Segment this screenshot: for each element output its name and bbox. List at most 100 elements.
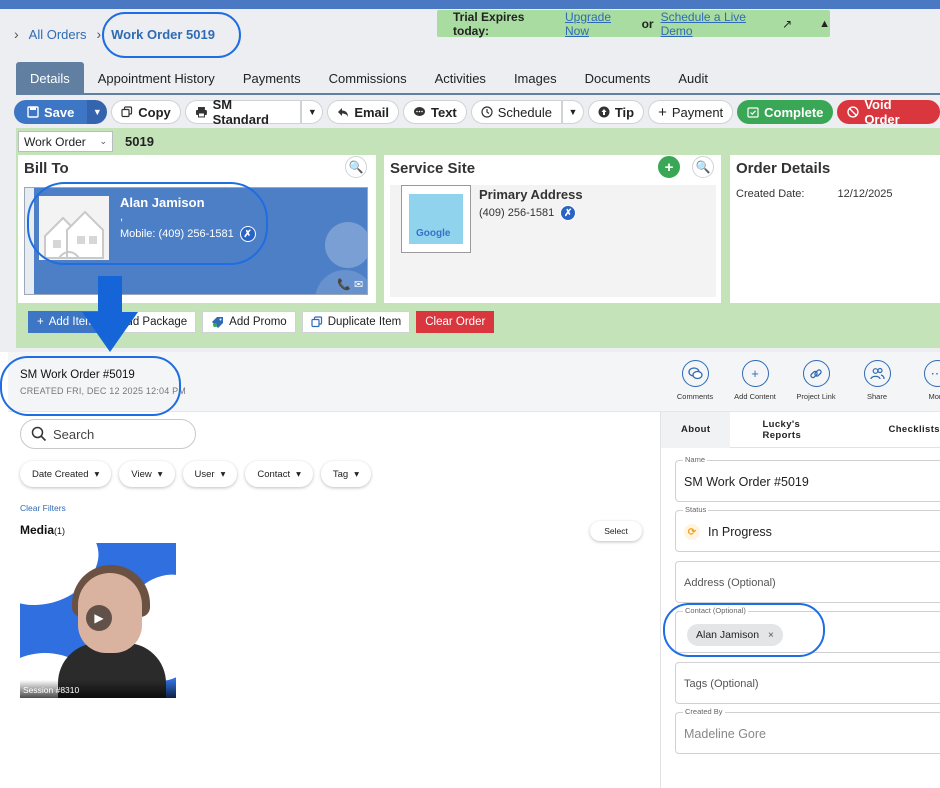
add-payment-button[interactable]: + Payment	[648, 100, 734, 124]
filter-label: Contact	[257, 468, 291, 480]
created-by-label: Created By	[683, 707, 725, 716]
complete-button[interactable]: Complete	[737, 100, 834, 124]
order-type-value: Work Order	[24, 134, 86, 149]
video-caption: Session #8310	[20, 680, 176, 698]
created-date-row: Created Date: 12/12/2025	[736, 188, 893, 200]
tab-activities[interactable]: Activities	[421, 62, 500, 94]
user-filter[interactable]: User ▾	[182, 461, 238, 487]
tab-images[interactable]: Images	[500, 62, 571, 94]
tab-checklists[interactable]: Checklists	[888, 424, 940, 435]
status-value-text: In Progress	[708, 525, 772, 539]
annotation-arrow-shaft	[98, 276, 122, 316]
print-dropdown-button[interactable]: ▼	[301, 100, 324, 124]
tab-details[interactable]: Details	[16, 62, 84, 94]
select-media-button[interactable]: Select	[590, 521, 642, 541]
order-type-select[interactable]: Work Order ⌄	[18, 131, 113, 152]
clear-order-button[interactable]: Clear Order	[416, 311, 495, 333]
more-button[interactable]: ⋯ More	[906, 360, 940, 401]
collapse-banner-icon[interactable]: ▲	[819, 18, 830, 30]
chevron-down-icon: ⌄	[99, 136, 107, 146]
phone-icon[interactable]: 📞	[337, 278, 351, 291]
comments-button[interactable]: Comments	[664, 360, 726, 401]
breadcrumb-chevron-icon: ›	[14, 26, 19, 42]
date-created-filter[interactable]: Date Created ▾	[20, 461, 112, 487]
tab-luckys-reports[interactable]: Lucky's Reports	[762, 419, 838, 441]
order-toolbar: Save ▼ Copy SM Standard ▼ Email Text Sch…	[14, 97, 940, 127]
add-content-icon: +	[741, 360, 769, 387]
tip-label: Tip	[614, 104, 635, 120]
play-icon[interactable]: ▶	[86, 605, 112, 631]
search-placeholder: Search	[53, 426, 95, 442]
add-site-button[interactable]: +	[658, 156, 680, 178]
tab-documents[interactable]: Documents	[571, 62, 665, 94]
share-button[interactable]: Share	[846, 360, 908, 401]
address-field[interactable]: Address (Optional)	[675, 561, 940, 603]
comments-icon	[681, 360, 709, 387]
email-button[interactable]: Email	[327, 100, 399, 124]
schedule-label: Schedule	[497, 104, 552, 120]
tab-underline	[16, 93, 940, 95]
schedule-button[interactable]: Schedule	[470, 100, 562, 124]
duplicate-item-button[interactable]: Duplicate Item	[301, 311, 411, 333]
annotation-circle-contact	[663, 603, 825, 657]
created-by-field: Created By Madeline Gore	[675, 707, 940, 754]
save-button[interactable]: Save	[14, 100, 88, 124]
bill-to-search-button[interactable]: 🔍	[345, 156, 367, 178]
mail-icon[interactable]: ✉	[354, 278, 363, 291]
schedule-demo-link[interactable]: Schedule a Live Demo	[661, 10, 776, 38]
tab-about[interactable]: About	[661, 411, 731, 448]
up-arrow-circle-icon	[598, 106, 610, 118]
filter-label: View	[131, 468, 152, 480]
printer-icon	[195, 107, 207, 118]
tag-filter[interactable]: Tag ▾	[320, 461, 371, 487]
copy-label: Copy	[138, 104, 171, 120]
schedule-dropdown-button[interactable]: ▼	[561, 100, 584, 124]
contact-filter[interactable]: Contact ▾	[245, 461, 313, 487]
video-thumbnail[interactable]: ▶ Session #8310	[20, 543, 176, 698]
copy-button[interactable]: Copy	[111, 100, 181, 124]
caret-down-icon: ▾	[157, 468, 163, 480]
media-search-input[interactable]: Search	[20, 419, 196, 449]
save-label: Save	[44, 104, 75, 120]
name-field-label: Name	[683, 455, 708, 464]
status-value: ⟳ In Progress	[684, 524, 772, 540]
media-heading: Media(1)	[20, 523, 65, 537]
tags-placeholder: Tags (Optional)	[684, 678, 759, 690]
created-by-value: Madeline Gore	[684, 727, 766, 741]
trial-banner: Trial Expires today: Upgrade Now or Sche…	[437, 10, 830, 38]
text-button[interactable]: Text	[403, 100, 467, 124]
breadcrumb-all-orders-link[interactable]: All Orders	[29, 27, 87, 42]
ban-icon	[847, 106, 860, 118]
print-sm-standard-button[interactable]: SM Standard	[184, 97, 302, 127]
void-order-button[interactable]: Void Order	[837, 97, 940, 127]
tab-audit[interactable]: Audit	[664, 62, 722, 94]
caret-down-icon: ▾	[296, 468, 301, 480]
site-search-button[interactable]: 🔍	[692, 156, 714, 178]
project-link-button[interactable]: Project Link	[785, 360, 847, 401]
clear-filters-link[interactable]: Clear Filters	[20, 503, 66, 513]
add-content-button[interactable]: + Add Content	[724, 360, 786, 401]
tab-appointment-history[interactable]: Appointment History	[84, 62, 229, 94]
tags-field[interactable]: Tags (Optional)	[675, 662, 940, 704]
created-date-label: Created Date:	[736, 188, 805, 200]
save-dropdown-button[interactable]: ▼	[87, 100, 108, 124]
upgrade-now-link[interactable]: Upgrade Now	[565, 10, 635, 38]
view-filter[interactable]: View ▾	[119, 461, 175, 487]
status-field-label: Status	[683, 505, 709, 514]
tab-commissions[interactable]: Commissions	[315, 62, 421, 94]
annotation-circle-sm-title	[0, 356, 181, 416]
map-thumbnail[interactable]: Google	[401, 185, 471, 253]
caret-down-icon: ▾	[220, 468, 226, 480]
panel-divider	[660, 412, 661, 788]
copy-icon	[311, 316, 322, 328]
plus-icon: +	[658, 103, 667, 121]
name-field[interactable]: Name SM Work Order #5019	[675, 455, 940, 502]
status-field[interactable]: Status ⟳ In Progress	[675, 505, 940, 552]
external-link-icon: ↗	[782, 16, 793, 31]
tip-button[interactable]: Tip	[587, 100, 645, 124]
tag-heart-icon	[212, 317, 224, 328]
tab-payments[interactable]: Payments	[229, 62, 315, 94]
save-icon	[27, 106, 39, 118]
add-promo-button[interactable]: Add Promo	[202, 311, 296, 333]
site-phone: (409) 256-1581 ✗	[479, 205, 577, 221]
